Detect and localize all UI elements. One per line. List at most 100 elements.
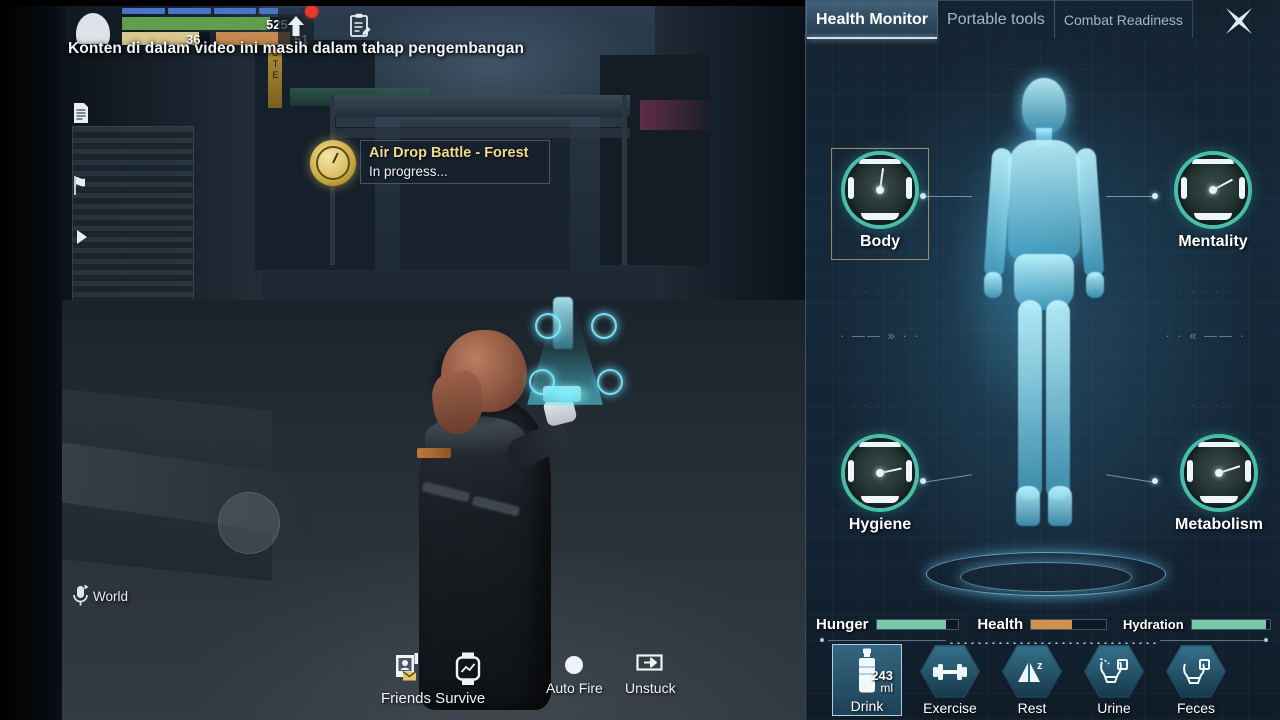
- close-x-icon: [1226, 8, 1252, 34]
- overhead-gantry-lower: [330, 128, 630, 138]
- overhead-gantry: [330, 95, 630, 117]
- divider-dots: [948, 637, 1158, 644]
- hologram-projection: [505, 285, 625, 415]
- avatar[interactable]: [66, 6, 118, 44]
- document-icon[interactable]: [66, 98, 96, 128]
- hologram-base-platform: [926, 548, 1166, 600]
- filled-circle-icon: [565, 656, 584, 674]
- health-bar-track-panel: [1030, 618, 1107, 630]
- friends-survive-label: Friends Survive: [381, 690, 486, 707]
- action-button-row: 243 ml Drink Exercise z Rest Urine Feces: [814, 644, 1274, 716]
- letterbox-left: [0, 0, 62, 720]
- video-caption: Konten di dalam video ini masih dalam ta…: [68, 40, 525, 57]
- holo-leg-left: [1018, 300, 1042, 500]
- toilet-urine-icon: [1099, 657, 1128, 683]
- clipboard-notes-icon: [350, 13, 371, 37]
- action-exercise-label: Exercise: [923, 700, 977, 716]
- friends-survive-button[interactable]: [392, 652, 426, 684]
- gauge-label-hygiene: Hygiene: [848, 516, 912, 533]
- hunger-bar-fill: [876, 619, 947, 629]
- dumbbell-icon: [933, 663, 967, 680]
- gauge-hub-body: [876, 186, 884, 194]
- gauge-dial-mentality: [1178, 155, 1248, 225]
- connector-body: [924, 196, 972, 197]
- hologram-base-glow: [539, 381, 595, 407]
- gauge-hygiene[interactable]: Hygiene: [829, 438, 931, 534]
- divider-cap-left: [820, 638, 824, 642]
- action-urine[interactable]: Urine: [1078, 644, 1150, 716]
- drink-amount-unit: ml: [880, 681, 893, 695]
- player-status-hud: 525 36 51: [66, 5, 371, 47]
- connector-mentality: [1106, 196, 1154, 197]
- movement-joystick[interactable]: [218, 492, 280, 554]
- deco-chevrons-left: · —— » · ·: [840, 328, 921, 343]
- hydration-bar-track: [1190, 618, 1271, 630]
- up-arrow-icon: [288, 16, 304, 36]
- hologram-ring: [597, 369, 623, 395]
- action-exercise[interactable]: Exercise: [914, 644, 986, 716]
- tab-health-monitor[interactable]: Health Monitor: [806, 0, 938, 39]
- gauge-label-mentality: Mentality: [1178, 233, 1248, 250]
- hologram-ring: [535, 313, 561, 339]
- action-drink[interactable]: 243 ml Drink: [832, 644, 902, 716]
- event-subtitle: In progress...: [369, 164, 448, 179]
- letterbox-top: [0, 0, 805, 6]
- gauge-body[interactable]: Body: [829, 155, 931, 251]
- tab-portable-tools[interactable]: Portable tools: [937, 0, 1055, 38]
- holo-hand-left: [984, 272, 1002, 298]
- hydration-bar-fill: [1191, 619, 1267, 629]
- connector-dot-metabolism: [1152, 478, 1158, 484]
- health-bar-fill: [122, 17, 270, 30]
- action-urine-hex: [1084, 645, 1144, 698]
- flag-icon[interactable]: [66, 170, 96, 200]
- panel-tab-bar: Health Monitor Portable tools Combat Rea…: [806, 0, 1280, 39]
- toilet-feces-icon: [1183, 658, 1210, 684]
- unstuck-label: Unstuck: [625, 680, 676, 696]
- tab-combat-readiness[interactable]: Combat Readiness: [1053, 0, 1193, 38]
- event-text-box: Air Drop Battle - Forest In progress...: [360, 140, 550, 184]
- action-feces-hex: [1166, 645, 1226, 698]
- play-triangle-icon[interactable]: [66, 222, 96, 252]
- health-label: Health: [977, 615, 1024, 633]
- hologram-ring: [591, 313, 617, 339]
- hunger-bar-track: [875, 618, 960, 630]
- game-world-viewport[interactable]: OTE: [0, 0, 805, 720]
- shield-bar: [122, 8, 302, 14]
- vital-status-bars: Hunger Health Hydration: [816, 613, 1271, 635]
- gauge-mentality[interactable]: Mentality: [1162, 155, 1264, 251]
- svg-text:z: z: [1037, 660, 1043, 672]
- action-rest[interactable]: z Rest: [996, 644, 1068, 716]
- action-rest-hex: z: [1002, 645, 1062, 698]
- auto-fire-button[interactable]: Auto Fire: [546, 655, 603, 696]
- action-rest-label: Rest: [1017, 700, 1047, 716]
- auto-fire-label: Auto Fire: [546, 680, 603, 696]
- tab-health-monitor-label: Health Monitor: [816, 10, 928, 28]
- gauge-label-body: Body: [860, 233, 900, 250]
- notification-dot: [305, 5, 318, 18]
- pink-neon-glow: [640, 100, 710, 130]
- gauge-hub-metabolism: [1215, 469, 1223, 477]
- holographic-body-figure: [974, 78, 1114, 548]
- hunger-label: Hunger: [816, 615, 869, 633]
- gauge-metabolism[interactable]: Metabolism: [1168, 438, 1270, 534]
- divider-line-left: [828, 640, 946, 641]
- unstuck-button[interactable]: Unstuck: [625, 653, 676, 696]
- event-notification[interactable]: Air Drop Battle - Forest In progress...: [310, 140, 550, 186]
- close-button[interactable]: [1218, 4, 1260, 36]
- action-feces-label: Feces: [1176, 700, 1216, 716]
- action-feces[interactable]: Feces: [1160, 644, 1232, 716]
- smartwatch-icon: [455, 652, 481, 685]
- tab-portable-tools-label: Portable tools: [947, 10, 1045, 28]
- holo-head: [1022, 78, 1066, 134]
- deco-dots-upper-left: · · · · ·: [852, 286, 907, 297]
- smartwatch-button[interactable]: [453, 652, 483, 686]
- notes-button[interactable]: [342, 8, 378, 44]
- voice-chat-toggle[interactable]: World: [70, 583, 128, 609]
- gauge-dial-metabolism: [1184, 438, 1254, 508]
- health-bar-fill-panel: [1031, 619, 1073, 629]
- deco-chevrons-right: · · « —— ·: [1165, 328, 1246, 343]
- gantry-pole-right: [622, 95, 627, 265]
- deco-dots-lower-left: · · · ·: [852, 400, 895, 411]
- stopwatch-icon: [310, 140, 356, 186]
- gauge-dial-hygiene: [845, 438, 915, 508]
